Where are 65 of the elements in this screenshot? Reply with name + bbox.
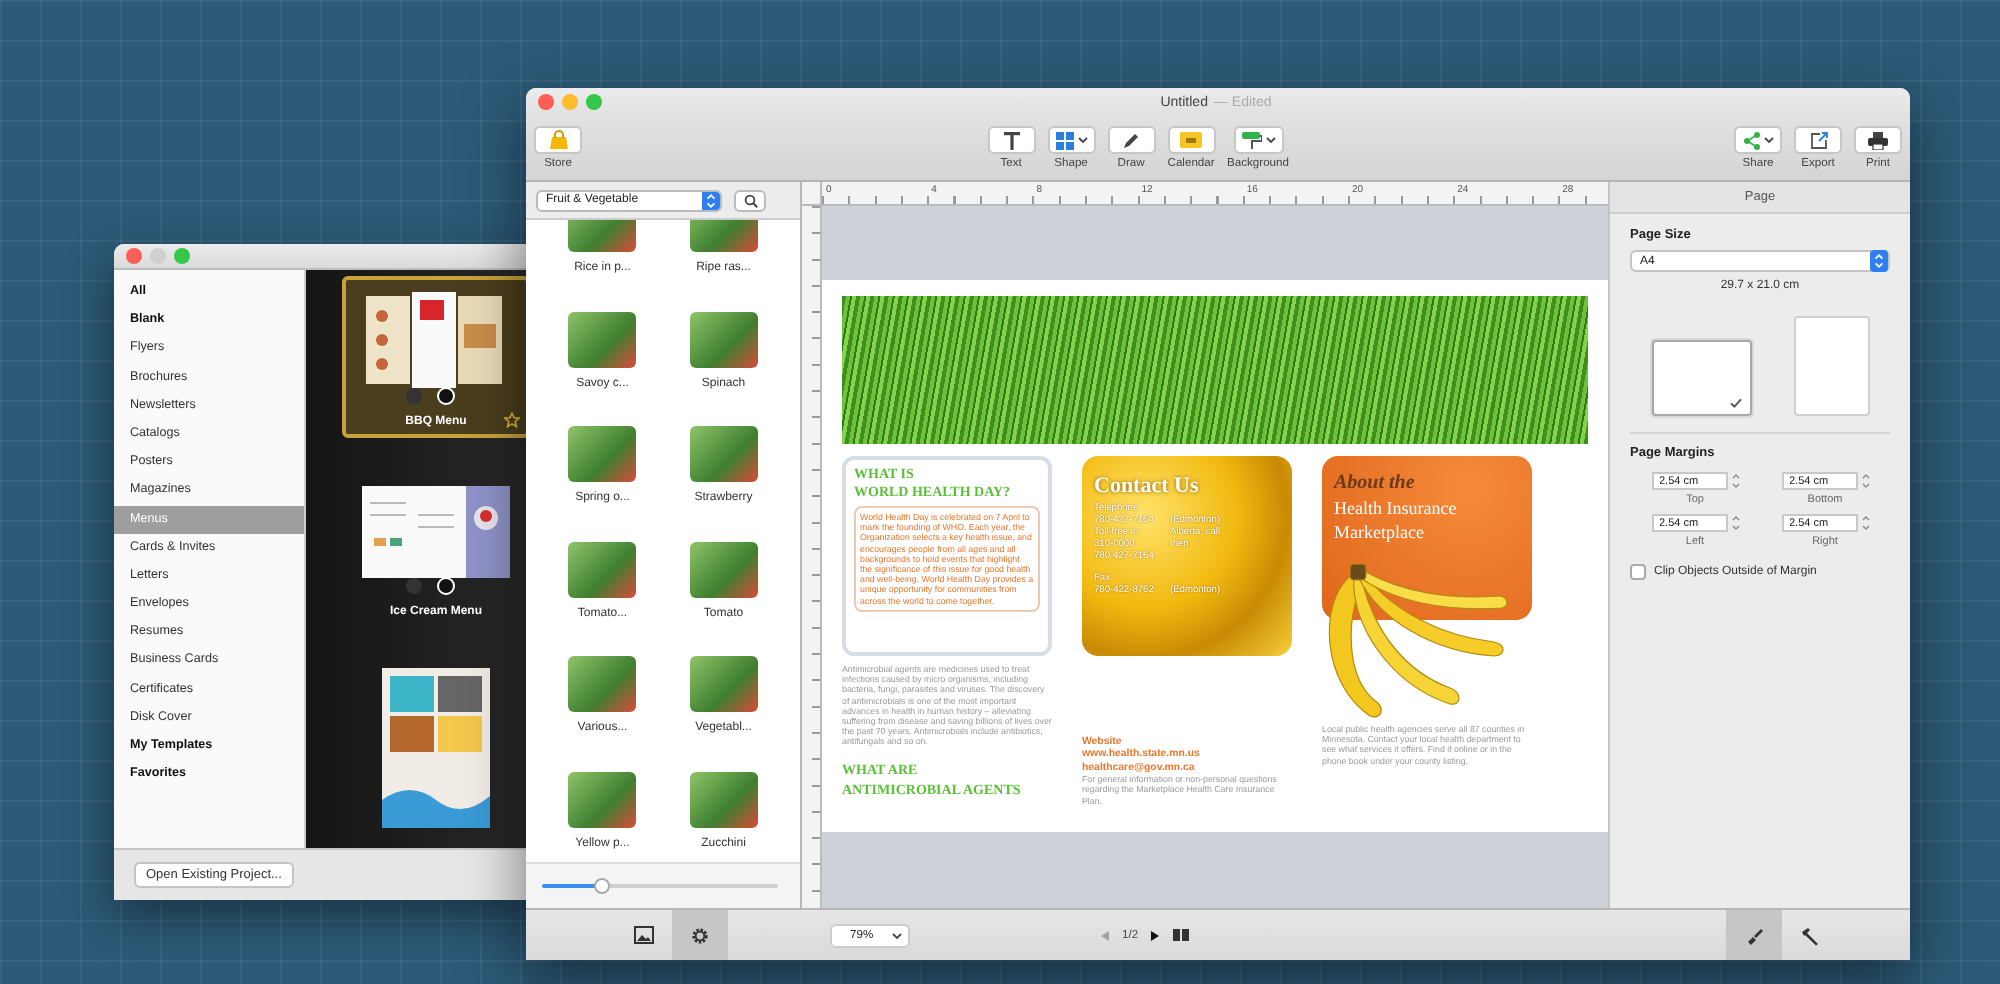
- format-panel-button[interactable]: [1726, 910, 1782, 960]
- food-photo-placeholder: [568, 426, 637, 482]
- printer-icon: [1868, 131, 1888, 149]
- food-photo-placeholder: [568, 311, 637, 367]
- page-spread-button[interactable]: [1172, 928, 1191, 942]
- text-icon: [1003, 131, 1020, 149]
- stepper-icon[interactable]: [1731, 514, 1739, 532]
- calendar-icon: [1180, 132, 1203, 148]
- caret-icon: [1763, 136, 1773, 144]
- food-photo-placeholder: [689, 541, 758, 597]
- gear-icon: [690, 925, 710, 945]
- food-photo-placeholder: [689, 311, 758, 367]
- chevrons-icon: [1870, 250, 1888, 272]
- checkbox[interactable]: [1630, 564, 1646, 580]
- close-button[interactable]: [126, 248, 142, 264]
- chevrons-icon: [702, 191, 720, 209]
- about-title: Health Insurance Marketplace: [1334, 496, 1459, 544]
- search-icon: [743, 193, 757, 207]
- portrait-orientation-button[interactable]: [1793, 316, 1869, 416]
- caret-icon: [1077, 136, 1088, 144]
- share-icon: [1743, 131, 1759, 149]
- pen-icon: [1122, 131, 1141, 149]
- caret-icon: [892, 931, 902, 939]
- next-page-button[interactable]: [1150, 929, 1161, 941]
- contact-heading: Contact Us: [1094, 474, 1201, 498]
- food-photo-placeholder: [689, 771, 758, 827]
- print-button[interactable]: [1854, 126, 1902, 154]
- paintbrush-icon: [1744, 925, 1764, 945]
- bag-icon: [547, 130, 569, 150]
- gear-view-button[interactable]: [672, 910, 728, 960]
- previous-page-button[interactable]: [1100, 929, 1110, 941]
- zoom-button[interactable]: [174, 248, 190, 264]
- about-kicker: About the: [1334, 472, 1417, 494]
- food-photo-placeholder: [568, 656, 637, 712]
- export-button[interactable]: [1794, 126, 1842, 154]
- shape-button[interactable]: [1047, 126, 1096, 154]
- export-icon: [1809, 131, 1827, 149]
- checkmark-icon: [1729, 398, 1741, 408]
- paint-roller-icon: [1241, 131, 1261, 149]
- two-pages-icon: [1172, 928, 1191, 942]
- close-button[interactable]: [538, 94, 554, 110]
- right-triangle-icon: [1150, 929, 1161, 941]
- food-photo-placeholder: [689, 426, 758, 482]
- draw-button[interactable]: [1107, 126, 1156, 154]
- store-button[interactable]: [534, 126, 582, 154]
- squares-icon: [1055, 131, 1074, 149]
- share-button[interactable]: [1734, 126, 1782, 154]
- hammer-icon: [1800, 925, 1820, 945]
- food-photo-placeholder: [568, 771, 637, 827]
- text-button[interactable]: [987, 126, 1036, 154]
- zoom-button[interactable]: [586, 94, 602, 110]
- caret-icon: [1265, 136, 1275, 144]
- left-triangle-icon: [1100, 929, 1110, 941]
- calendar-button[interactable]: [1167, 126, 1216, 154]
- food-photo-placeholder: [689, 656, 758, 712]
- stepper-icon[interactable]: [1731, 472, 1739, 490]
- picture-icon: [634, 926, 654, 944]
- star-icon: [504, 412, 520, 428]
- stepper-icon[interactable]: [1861, 472, 1869, 490]
- food-photo-placeholder: [568, 541, 637, 597]
- slider-thumb[interactable]: [593, 878, 609, 894]
- search-button[interactable]: [734, 189, 766, 211]
- stepper-icon[interactable]: [1861, 514, 1869, 532]
- landscape-orientation-button[interactable]: [1651, 340, 1751, 416]
- background-button[interactable]: [1233, 126, 1283, 154]
